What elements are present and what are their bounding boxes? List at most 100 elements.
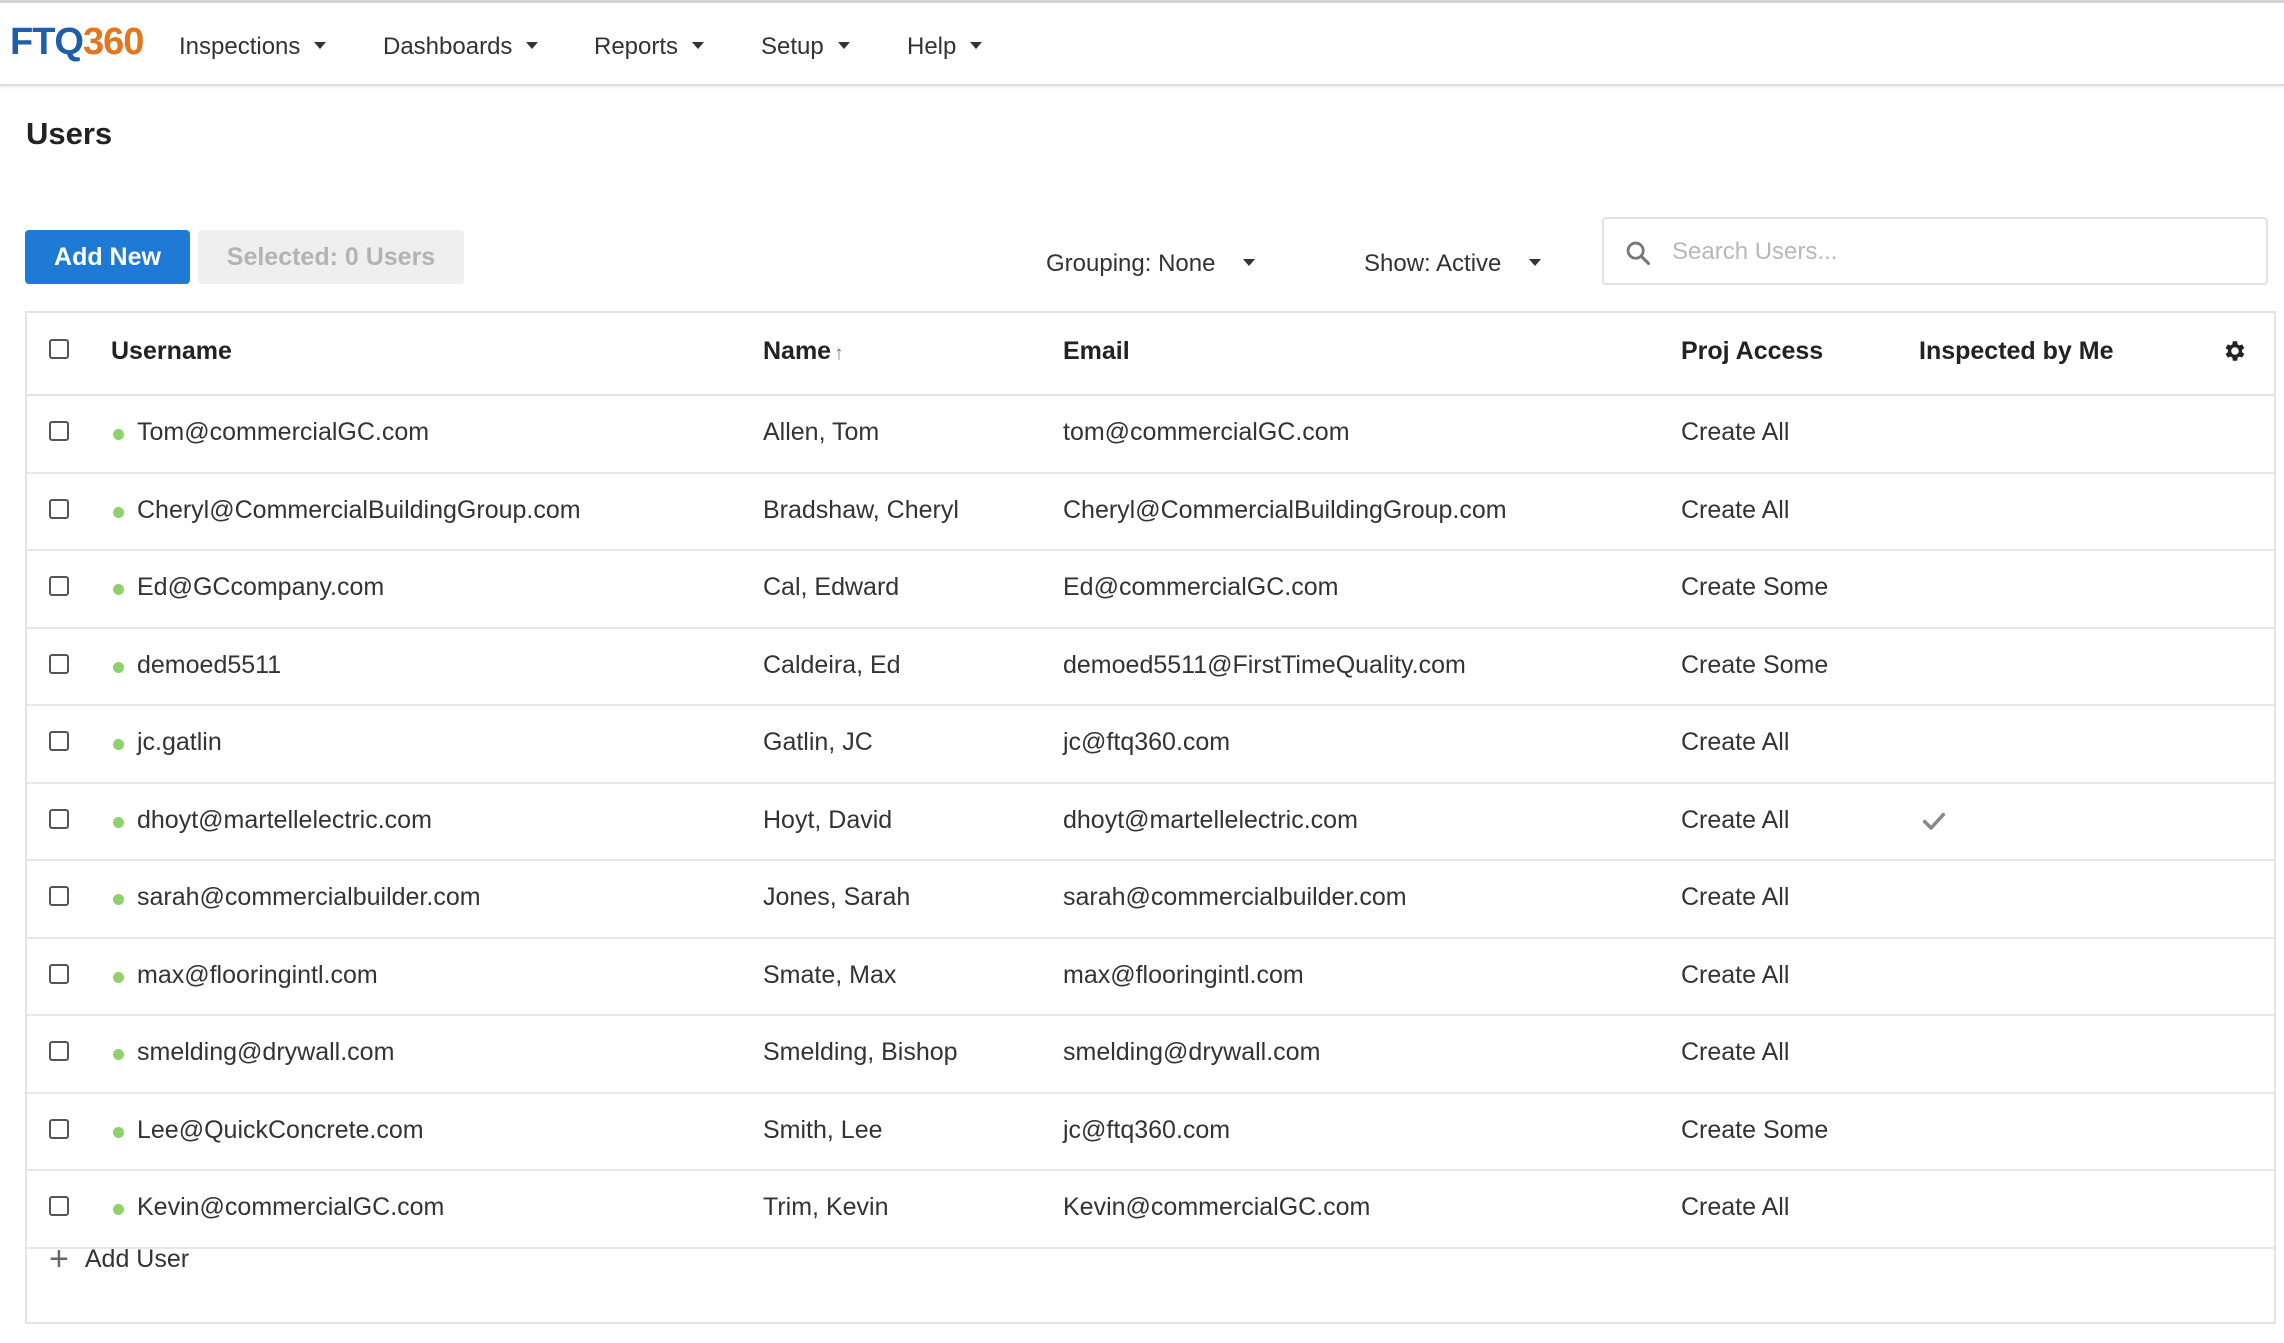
- nav-dashboards-label: Dashboards: [383, 33, 513, 60]
- add-user-label: Add User: [84, 1245, 190, 1273]
- cell-email: dhoyt@martellelectric.com: [1063, 805, 1358, 834]
- active-status-dot: [113, 816, 124, 828]
- cell-proj-access: Create All: [1681, 728, 1790, 756]
- logo-text-right: 360: [82, 21, 144, 63]
- row-checkbox[interactable]: [49, 653, 69, 674]
- active-status-dot: [113, 1204, 124, 1215]
- cell-email: Ed@commercialGC.com: [1063, 573, 1339, 601]
- cell-proj-access: Create All: [1681, 1193, 1790, 1221]
- cell-email: Cheryl@CommercialBuildingGroup.com: [1063, 495, 1507, 524]
- cell-email: jc@ftq360.com: [1063, 1115, 1231, 1144]
- cell-proj-access: Create All: [1681, 495, 1790, 524]
- nav-inspections-label: Inspections: [179, 33, 301, 60]
- row-checkbox[interactable]: [49, 886, 69, 906]
- table-row[interactable]: dhoyt@martellelectric.com Hoyt, David dh…: [27, 784, 2274, 861]
- row-checkbox[interactable]: [49, 1196, 69, 1216]
- column-header-name-label: Name: [763, 337, 832, 365]
- nav-reports[interactable]: Reports: [594, 29, 705, 65]
- add-new-button[interactable]: Add New: [25, 230, 190, 284]
- cell-username: smelding@drywall.com: [137, 1038, 395, 1066]
- cell-proj-access: Create All: [1681, 805, 1790, 834]
- add-user-button[interactable]: + Add User: [49, 1240, 189, 1279]
- row-checkbox[interactable]: [49, 963, 69, 984]
- table-row[interactable]: Cheryl@CommercialBuildingGroup.com Brads…: [27, 474, 2274, 551]
- plus-icon: +: [49, 1240, 69, 1278]
- search-icon: [1626, 241, 1651, 266]
- table-row[interactable]: max@flooringintl.com Smate, Max max@floo…: [27, 939, 2274, 1016]
- cell-username: Lee@QuickConcrete.com: [137, 1115, 424, 1144]
- active-status-dot: [113, 739, 124, 750]
- table-row[interactable]: smelding@drywall.com Smelding, Bishop sm…: [27, 1016, 2274, 1094]
- cell-email: tom@commercialGC.com: [1063, 418, 1350, 446]
- row-checkbox[interactable]: [49, 421, 69, 441]
- gear-icon[interactable]: [2221, 338, 2247, 364]
- active-status-dot: [113, 429, 124, 440]
- row-checkbox[interactable]: [49, 1041, 69, 1061]
- ftq360-logo[interactable]: FTQ360: [10, 17, 144, 67]
- cell-username: Ed@GCcompany.com: [137, 573, 385, 601]
- search-box: [1602, 217, 2268, 285]
- cell-username: demoed5511: [137, 650, 282, 679]
- nav-help-label: Help: [907, 33, 957, 60]
- table-row[interactable]: jc.gatlin Gatlin, JC jc@ftq360.com Creat…: [27, 706, 2274, 784]
- table-row[interactable]: sarah@commercialbuilder.com Jones, Sarah…: [27, 861, 2274, 939]
- cell-email: sarah@commercialbuilder.com: [1063, 883, 1407, 911]
- active-status-dot: [113, 1126, 124, 1138]
- row-checkbox[interactable]: [49, 1118, 69, 1139]
- cell-email: max@flooringintl.com: [1063, 960, 1304, 989]
- column-header-proj-access[interactable]: Proj Access: [1681, 337, 1823, 366]
- cell-proj-access: Create All: [1681, 883, 1790, 911]
- table-row[interactable]: Kevin@commercialGC.com Trim, Kevin Kevin…: [27, 1171, 2274, 1249]
- cell-name: Smate, Max: [763, 960, 897, 989]
- nav-help[interactable]: Help: [907, 29, 983, 65]
- caret-down-icon: [970, 42, 983, 50]
- grouping-label: Grouping: None: [1046, 250, 1216, 277]
- users-table: Username Name ↑ Email Proj Access Inspect…: [25, 311, 2276, 1324]
- cell-name: Smelding, Bishop: [763, 1038, 958, 1066]
- cell-proj-access: Create All: [1681, 960, 1790, 989]
- row-checkbox[interactable]: [49, 808, 69, 829]
- cell-proj-access: Create All: [1681, 1038, 1790, 1066]
- column-header-name[interactable]: Name ↑: [763, 337, 844, 366]
- cell-name: Jones, Sarah: [763, 883, 911, 911]
- caret-down-icon: [692, 42, 705, 50]
- column-header-username[interactable]: Username: [111, 337, 232, 366]
- cell-username: Tom@commercialGC.com: [137, 418, 430, 446]
- row-checkbox[interactable]: [49, 576, 69, 596]
- cell-email: smelding@drywall.com: [1063, 1038, 1321, 1066]
- nav-inspections[interactable]: Inspections: [179, 29, 327, 65]
- cell-name: Trim, Kevin: [763, 1193, 889, 1221]
- cell-proj-access: Create Some: [1681, 573, 1829, 601]
- nav-setup[interactable]: Setup: [761, 29, 850, 65]
- sort-ascending-icon: ↑: [834, 343, 844, 364]
- caret-down-icon: [1529, 259, 1542, 267]
- active-status-dot: [113, 894, 124, 905]
- column-header-inspected-by-me[interactable]: Inspected by Me: [1919, 337, 2114, 366]
- table-row[interactable]: Lee@QuickConcrete.com Smith, Lee jc@ftq3…: [27, 1094, 2274, 1171]
- nav-dashboards[interactable]: Dashboards: [383, 29, 539, 65]
- top-navbar: FTQ360 Inspections Dashboards Reports Se…: [0, 0, 2284, 86]
- logo-text-left: FTQ: [10, 21, 84, 63]
- row-checkbox[interactable]: [49, 498, 69, 519]
- table-row[interactable]: demoed5511 Caldeira, Ed demoed5511@First…: [27, 629, 2274, 706]
- nav-reports-label: Reports: [594, 33, 679, 60]
- select-all-checkbox[interactable]: [49, 339, 69, 359]
- table-row[interactable]: Ed@GCcompany.com Cal, Edward Ed@commerci…: [27, 551, 2274, 629]
- active-status-dot: [113, 971, 124, 983]
- caret-down-icon: [314, 42, 327, 50]
- selected-users-button: Selected: 0 Users: [198, 230, 464, 284]
- column-header-email[interactable]: Email: [1063, 337, 1130, 366]
- table-header: Username Name ↑ Email Proj Access Inspect…: [27, 313, 2274, 396]
- caret-down-icon: [526, 42, 539, 50]
- cell-email: demoed5511@FirstTimeQuality.com: [1063, 650, 1466, 679]
- cell-proj-access: Create All: [1681, 418, 1790, 446]
- show-label: Show: Active: [1364, 250, 1502, 277]
- show-dropdown[interactable]: Show: Active: [1364, 250, 1542, 278]
- row-checkbox[interactable]: [49, 731, 69, 751]
- cell-username: sarah@commercialbuilder.com: [137, 883, 481, 911]
- table-row[interactable]: Tom@commercialGC.com Allen, Tom tom@comm…: [27, 396, 2274, 474]
- search-input[interactable]: [1670, 229, 2254, 275]
- active-status-dot: [113, 661, 124, 673]
- cell-username: dhoyt@martellelectric.com: [137, 805, 432, 834]
- grouping-dropdown[interactable]: Grouping: None: [1046, 250, 1256, 278]
